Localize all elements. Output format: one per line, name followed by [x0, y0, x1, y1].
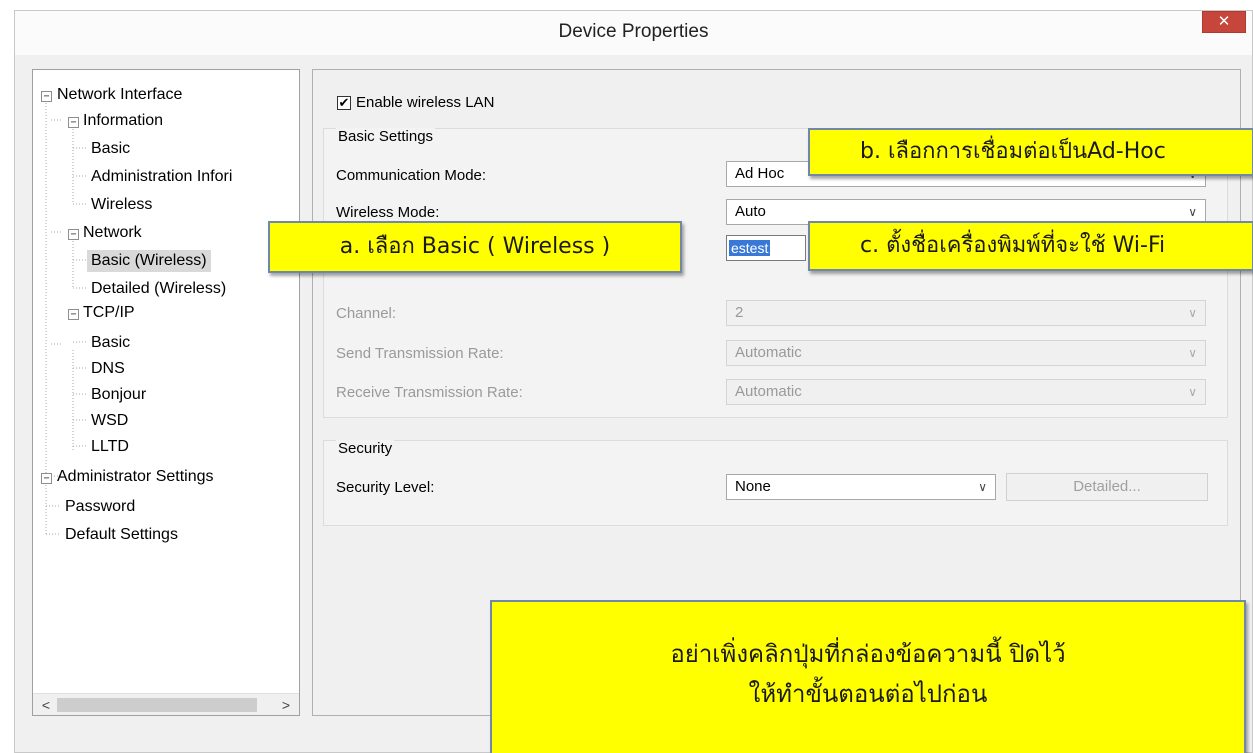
navigation-tree: − Network Interface − Information Basic …: [32, 69, 300, 716]
channel-value: 2: [735, 304, 744, 321]
tree-item-detailed-wireless[interactable]: Detailed (Wireless): [91, 278, 226, 300]
title-bar: Device Properties ✕: [15, 11, 1252, 55]
security-level-label: Security Level:: [336, 479, 435, 496]
detailed-button[interactable]: Detailed...: [1006, 473, 1208, 501]
security-title: Security: [336, 440, 395, 457]
callout-select-basic-wireless: a. เลือก Basic ( Wireless ): [268, 221, 682, 273]
tree-item-tcpip-basic[interactable]: Basic: [91, 332, 130, 354]
communication-mode-value: Ad Hoc: [735, 165, 785, 182]
tree-item-network-interface[interactable]: Network Interface: [57, 84, 182, 106]
callout-do-not-close-warning: อย่าเพิ่งคลิกปุ่มที่กล่องข้อความนี้ ปิดไ…: [490, 600, 1246, 753]
security-level-select[interactable]: None ∨: [726, 474, 996, 500]
enable-wireless-lan-label: Enable wireless LAN: [356, 94, 495, 111]
security-group: Security Security Level: None ∨ Detailed…: [323, 440, 1228, 526]
enable-wireless-lan-checkbox[interactable]: ✔ Enable wireless LAN: [337, 94, 494, 111]
scroll-left-icon[interactable]: <: [37, 696, 55, 714]
chevron-down-icon: ∨: [978, 480, 987, 494]
ssid-input[interactable]: estest: [726, 235, 806, 261]
tree-item-wsd[interactable]: WSD: [91, 410, 128, 432]
tree-item-password[interactable]: Password: [65, 496, 135, 518]
tree-item-lltd[interactable]: LLTD: [91, 436, 129, 458]
tree-item-bonjour[interactable]: Bonjour: [91, 384, 146, 406]
collapse-information-icon[interactable]: −: [68, 117, 79, 128]
warning-line-2: ให้ทำขั้นตอนต่อไปก่อน: [748, 680, 988, 708]
chevron-down-icon: ∨: [1188, 346, 1197, 360]
channel-label: Channel:: [336, 305, 397, 322]
send-transmission-rate-value: Automatic: [735, 344, 802, 361]
checkbox-checked-icon[interactable]: ✔: [337, 96, 351, 111]
receive-transmission-rate-value: Automatic: [735, 383, 802, 400]
basic-settings-title: Basic Settings: [336, 128, 436, 145]
collapse-network-interface-icon[interactable]: −: [41, 91, 52, 102]
tree-item-basic-wireless[interactable]: Basic (Wireless): [87, 250, 211, 272]
wireless-mode-value: Auto: [735, 203, 766, 220]
scroll-right-icon[interactable]: >: [277, 696, 295, 714]
send-transmission-rate-label: Send Transmission Rate:: [336, 345, 504, 362]
collapse-tcpip-icon[interactable]: −: [68, 309, 79, 320]
tree-item-information[interactable]: Information: [83, 110, 163, 132]
chevron-down-icon: ∨: [1188, 306, 1197, 320]
tree-item-administrator-settings[interactable]: Administrator Settings: [57, 466, 214, 488]
receive-transmission-rate-select[interactable]: Automatic ∨: [726, 379, 1206, 405]
callout-select-ad-hoc: b. เลือกการเชื่อมต่อเป็นAd-Hoc: [808, 128, 1253, 176]
warning-line-1: อย่าเพิ่งคลิกปุ่มที่กล่องข้อความนี้ ปิดไ…: [670, 640, 1066, 668]
callout-set-printer-name: c. ตั้งชื่อเครื่องพิมพ์ที่จะใช้ Wi-Fi: [808, 221, 1253, 271]
tree-item-info-basic[interactable]: Basic: [91, 138, 130, 160]
tree-horizontal-scrollbar[interactable]: < >: [33, 693, 299, 715]
tree-item-dns[interactable]: DNS: [91, 358, 125, 380]
close-button[interactable]: ✕: [1202, 11, 1246, 33]
collapse-network-icon[interactable]: −: [68, 229, 79, 240]
security-level-value: None: [735, 478, 771, 495]
communication-mode-label: Communication Mode:: [336, 167, 487, 184]
receive-transmission-rate-label: Receive Transmission Rate:: [336, 384, 523, 401]
collapse-administrator-settings-icon[interactable]: −: [41, 473, 52, 484]
wireless-mode-label: Wireless Mode:: [336, 204, 440, 221]
ssid-value: estest: [729, 240, 771, 256]
tree-item-tcpip[interactable]: TCP/IP: [83, 302, 135, 324]
window-title: Device Properties: [558, 21, 709, 42]
tree-item-administration-information[interactable]: Administration Infori: [91, 166, 232, 188]
tree-item-network[interactable]: Network: [83, 222, 142, 244]
send-transmission-rate-select[interactable]: Automatic ∨: [726, 340, 1206, 366]
tree-item-info-wireless[interactable]: Wireless: [91, 194, 152, 216]
scrollbar-thumb[interactable]: [57, 698, 257, 712]
channel-select[interactable]: 2 ∨: [726, 300, 1206, 326]
tree-item-default-settings[interactable]: Default Settings: [65, 524, 178, 546]
chevron-down-icon: ∨: [1188, 385, 1197, 399]
